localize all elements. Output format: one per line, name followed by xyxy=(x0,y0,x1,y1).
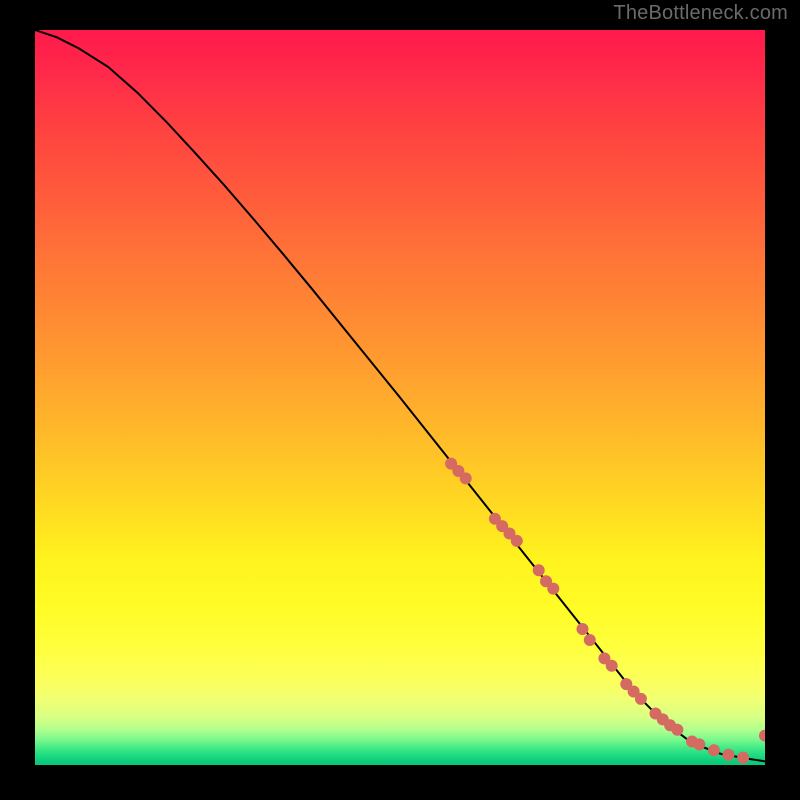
chart-frame: TheBottleneck.com xyxy=(0,0,800,800)
watermark-text: TheBottleneck.com xyxy=(613,2,788,25)
plot-background-gradient xyxy=(35,30,765,765)
